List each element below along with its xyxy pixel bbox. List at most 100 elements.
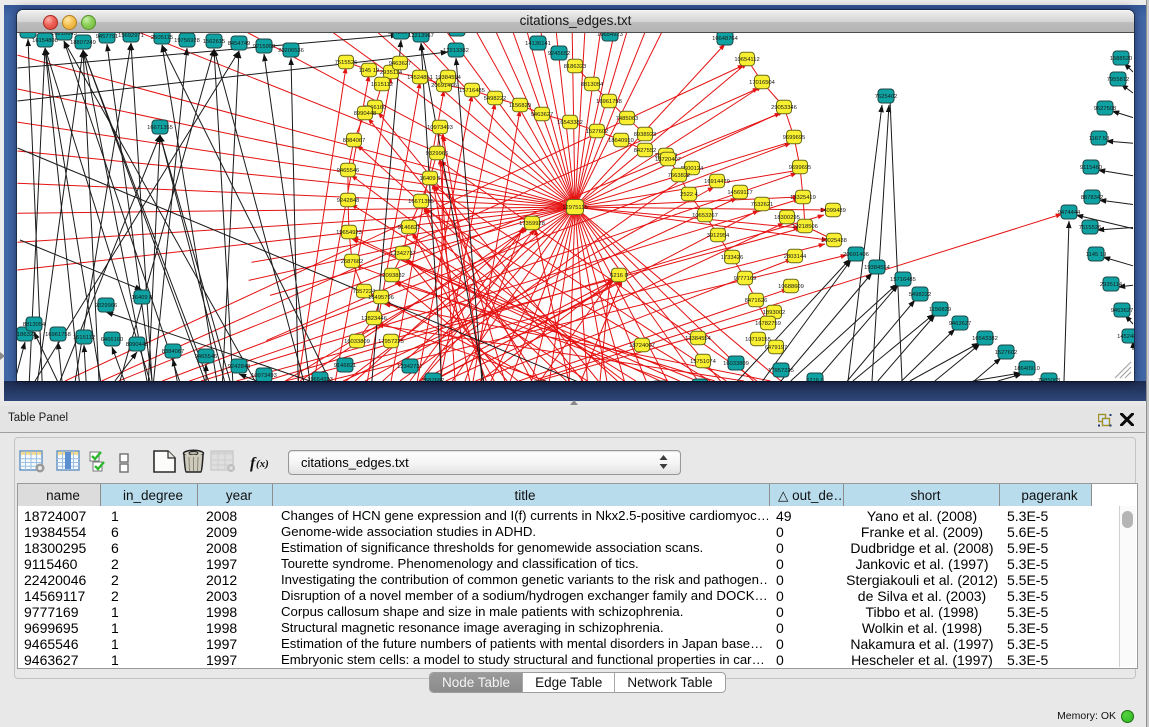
svg-text:5498222: 5498222	[909, 292, 932, 298]
svg-text:12342737: 12342737	[397, 364, 423, 370]
svg-text:2935114: 2935114	[380, 70, 403, 76]
svg-text:8813054: 8813054	[581, 82, 604, 88]
svg-text:9457791: 9457791	[96, 34, 119, 40]
svg-text:12213967: 12213967	[408, 33, 434, 39]
svg-text:9215958: 9215958	[253, 44, 276, 50]
svg-text:1527602: 1527602	[995, 350, 1018, 356]
svg-text:17016504: 17016504	[749, 80, 776, 86]
svg-text:10688609: 10688609	[778, 284, 804, 290]
svg-text:9463627: 9463627	[1111, 308, 1134, 314]
svg-text:2505115: 2505115	[151, 35, 173, 41]
svg-text:1527602: 1527602	[586, 129, 609, 135]
svg-text:8990448: 8990448	[126, 342, 149, 348]
svg-text:15720407: 15720407	[655, 157, 681, 163]
svg-text:19218506: 19218506	[792, 224, 818, 230]
svg-text:6479197: 6479197	[765, 345, 788, 351]
svg-text:10653267: 10653267	[692, 213, 718, 219]
svg-text:8990448: 8990448	[354, 111, 377, 117]
svg-text:12975115: 12975115	[562, 205, 587, 211]
svg-text:8938923: 8938923	[634, 132, 657, 138]
svg-text:9329966: 9329966	[426, 151, 449, 157]
svg-text:8813054: 8813054	[23, 322, 46, 328]
svg-text:9242848: 9242848	[337, 198, 360, 204]
svg-text:16782759: 16782759	[755, 321, 781, 327]
svg-text:2935114: 2935114	[1100, 282, 1123, 288]
svg-text:7515526: 7515526	[1079, 225, 1102, 231]
svg-text:8384067: 8384067	[343, 138, 366, 144]
svg-text:9527508: 9527508	[1094, 106, 1117, 112]
svg-text:6466160: 6466160	[101, 337, 124, 343]
svg-text:16210643: 16210643	[51, 33, 77, 37]
svg-text:19384554: 19384554	[864, 265, 891, 271]
svg-text:6216 0: 6216 0	[610, 273, 628, 279]
svg-text:14099489: 14099489	[820, 208, 846, 214]
svg-text:10973493: 10973493	[427, 125, 453, 131]
svg-text:5498222: 5498222	[484, 96, 507, 102]
svg-text:10719155: 10719155	[745, 337, 771, 343]
svg-text:7632621: 7632621	[751, 202, 774, 208]
svg-text:16409 5: 16409 5	[420, 176, 441, 182]
svg-text:2522 4: 2522 4	[680, 192, 699, 198]
svg-text:16154808: 16154808	[32, 38, 58, 44]
svg-text:8384067: 8384067	[162, 349, 185, 355]
svg-text:2687682: 2687682	[422, 378, 445, 381]
svg-text:9474444: 9474444	[1058, 210, 1081, 216]
svg-text:10654923: 10654923	[597, 33, 623, 38]
svg-text:29053346: 29053346	[771, 105, 797, 111]
svg-text:13325419: 13325419	[790, 195, 816, 201]
svg-text:14569117: 14569117	[727, 190, 752, 196]
svg-text:9146821: 9146821	[398, 225, 421, 231]
svg-text:16033809: 16033809	[723, 361, 749, 367]
svg-text:16648764: 16648764	[712, 36, 739, 42]
svg-text:12213382: 12213382	[443, 48, 469, 54]
svg-text:19384554: 19384554	[435, 75, 462, 81]
svg-text:9329966: 9329966	[95, 303, 118, 309]
svg-text:8454749: 8454749	[228, 41, 251, 47]
svg-text:15716485: 15716485	[459, 88, 485, 94]
svg-text:1156829: 1156829	[929, 307, 951, 313]
svg-text:9242848: 9242848	[228, 364, 251, 370]
svg-text:7485063: 7485063	[616, 116, 639, 122]
svg-text:19654923: 19654923	[336, 230, 362, 236]
svg-text:8427552: 8427552	[634, 148, 657, 154]
svg-text:1615112: 1615112	[73, 335, 95, 341]
svg-text:3912954: 3912954	[707, 233, 730, 239]
svg-text:7663822: 7663822	[668, 173, 691, 179]
svg-text:9699695: 9699695	[789, 165, 812, 171]
svg-text:19654923: 19654923	[307, 377, 333, 381]
svg-text:8186323: 8186323	[564, 64, 587, 70]
svg-text:7625402: 7625402	[875, 94, 898, 100]
svg-text:1615112: 1615112	[371, 82, 393, 88]
svg-text:7515526: 7515526	[335, 60, 358, 66]
svg-text:16961758: 16961758	[596, 99, 622, 105]
svg-text:1562615: 1562615	[203, 39, 226, 45]
svg-text:9699695: 9699695	[783, 135, 806, 141]
svg-text:17957225: 17957225	[768, 368, 794, 374]
svg-text:18807249: 18807249	[70, 40, 96, 46]
svg-text:1156829: 1156829	[509, 103, 531, 109]
svg-text:10973493: 10973493	[251, 373, 277, 379]
svg-text:1145 19: 1145 19	[1086, 252, 1107, 258]
svg-text:(x): (x)	[256, 458, 269, 470]
svg-text:18724007: 18724007	[629, 343, 655, 349]
svg-text:7955812: 7955812	[1107, 77, 1130, 83]
svg-text:8471626: 8471626	[745, 298, 768, 304]
svg-text:15751074: 15751074	[690, 359, 717, 365]
svg-text:1167 53: 1167 53	[1089, 136, 1110, 142]
svg-text:8878342: 8878342	[1081, 195, 1104, 201]
svg-text:8186323: 8186323	[17, 332, 36, 338]
svg-text:6216 0: 6216 0	[806, 378, 824, 381]
svg-text:7485063: 7485063	[1038, 378, 1061, 381]
svg-text:16543382: 16543382	[972, 336, 998, 342]
svg-text:16671355: 16671355	[408, 199, 434, 205]
svg-text:1145 19: 1145 19	[359, 68, 380, 74]
svg-text:16495796: 16495796	[368, 295, 394, 301]
svg-text:15692971: 15692971	[118, 33, 144, 39]
svg-text:16961758: 16961758	[45, 332, 71, 338]
svg-text:18300295: 18300295	[774, 215, 800, 221]
svg-text:1733426: 1733426	[721, 255, 744, 261]
svg-text:18640910: 18640910	[608, 138, 634, 144]
svg-text:17359928: 17359928	[519, 221, 545, 227]
svg-text:17957225: 17957225	[378, 339, 404, 345]
svg-text:10654112: 10654112	[734, 57, 759, 63]
